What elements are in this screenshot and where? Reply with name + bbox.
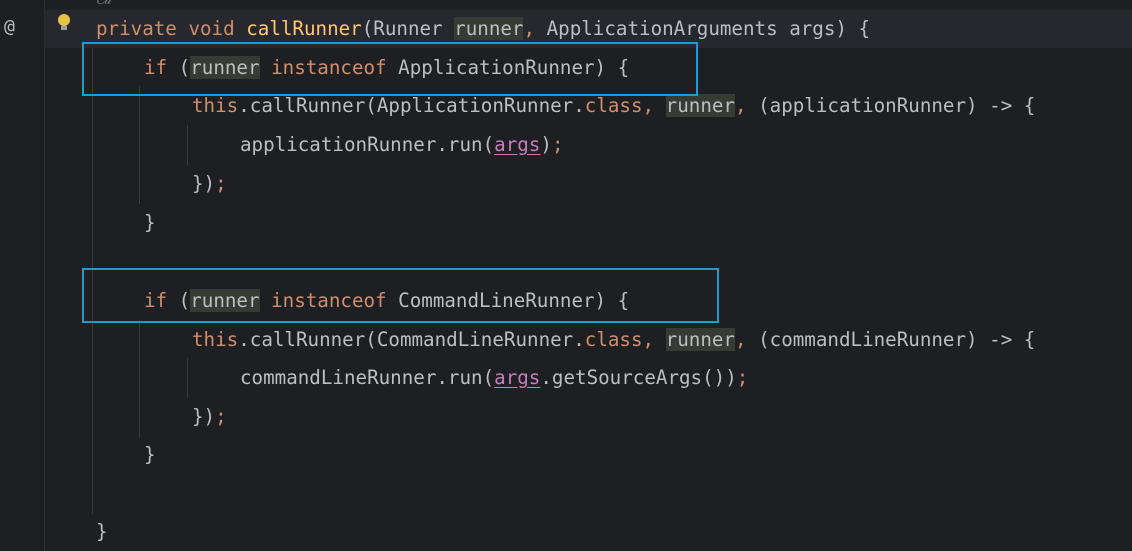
punctuation: ,	[642, 328, 655, 351]
code-line[interactable]: }	[144, 436, 156, 474]
code-text: (commandLineRunner) -> {	[746, 328, 1036, 351]
code-line[interactable]: });	[192, 398, 227, 436]
punctuation: ,	[642, 94, 655, 117]
code-text: .callRunner(ApplicationRunner.	[238, 94, 585, 117]
keyword: this	[192, 94, 239, 117]
keyword: private	[96, 17, 177, 40]
lightbulb-icon[interactable]	[58, 14, 70, 30]
indent-guide	[139, 86, 140, 204]
annotation-box	[82, 268, 719, 323]
code-line[interactable]: }	[144, 204, 156, 242]
code-text: })	[192, 405, 216, 428]
code-line[interactable]: commandLineRunner.run(args.getSourceArgs…	[240, 359, 748, 397]
previous-line-fragment: ℰ𝒹 ·	[96, 0, 129, 8]
annotation-box	[82, 42, 698, 96]
code-text: (applicationRunner) -> {	[746, 94, 1036, 117]
code-line[interactable]: });	[192, 165, 227, 203]
keyword: class	[584, 328, 643, 351]
punctuation: ;	[215, 405, 227, 428]
override-gutter-icon[interactable]: @	[4, 16, 15, 37]
keyword: void	[188, 17, 235, 40]
keyword: this	[192, 328, 239, 351]
code-line[interactable]: applicationRunner.run(args);	[240, 126, 564, 164]
code-text: })	[192, 172, 216, 195]
indent-guide	[139, 320, 140, 438]
code-text: (Runner	[361, 17, 455, 40]
editor-gutter[interactable]	[0, 0, 45, 551]
punctuation: ;	[736, 366, 749, 389]
indent-guide	[187, 358, 188, 398]
punctuation: ,	[734, 94, 747, 117]
punctuation: ;	[551, 133, 564, 156]
parameter-reference: args	[494, 366, 541, 389]
code-line[interactable]: }	[96, 513, 108, 551]
code-text: commandLineRunner.run(	[240, 366, 495, 389]
code-text: ApplicationArguments args) {	[535, 17, 871, 40]
highlighted-identifier: runner	[665, 94, 735, 117]
indent-guide	[187, 125, 188, 165]
code-text: )	[540, 133, 552, 156]
highlighted-identifier: runner	[665, 328, 735, 351]
parameter-reference: args	[494, 133, 541, 156]
code-line[interactable]: this.callRunner(CommandLineRunner.class,…	[192, 321, 1035, 359]
punctuation: ;	[215, 172, 227, 195]
keyword: class	[584, 94, 643, 117]
highlighted-identifier: runner	[454, 17, 524, 40]
code-text: .getSourceArgs())	[540, 366, 737, 389]
punctuation: ,	[523, 17, 536, 40]
code-text: .callRunner(CommandLineRunner.	[238, 328, 585, 351]
punctuation: ,	[734, 328, 747, 351]
method-name: callRunner	[246, 17, 362, 40]
code-text: applicationRunner.run(	[240, 133, 495, 156]
